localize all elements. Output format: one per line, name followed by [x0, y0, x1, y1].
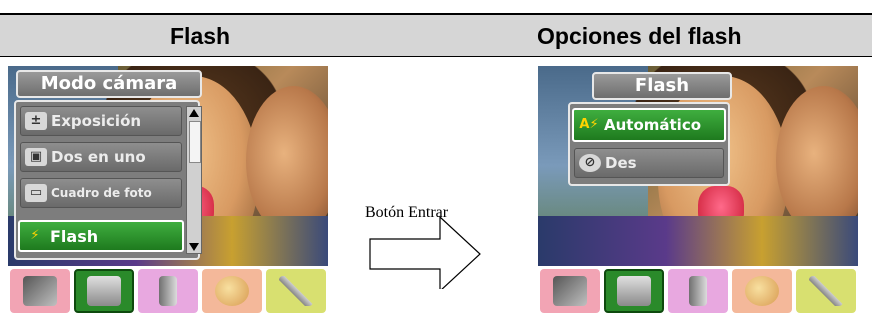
- effects-tab[interactable]: [202, 269, 262, 313]
- camera-tab[interactable]: [74, 269, 134, 313]
- scroll-thumb[interactable]: [189, 121, 201, 163]
- right-title: Opciones del flash: [537, 23, 742, 49]
- voice-tab[interactable]: [138, 269, 198, 313]
- left-title: Flash: [170, 23, 231, 49]
- flash-option-auto[interactable]: A⚡ Automático: [572, 108, 726, 142]
- two-in-one-icon: ▣: [25, 148, 47, 166]
- camera-icon: [87, 276, 121, 306]
- menu-item-photo-frame[interactable]: ▭ Cuadro de foto: [20, 178, 182, 208]
- tools-icon: [809, 276, 843, 306]
- mode-tab-bar: [8, 266, 328, 314]
- video-tab[interactable]: [540, 269, 600, 313]
- microphone-icon: [689, 276, 707, 306]
- flash-off-icon: ⊘: [579, 154, 601, 172]
- video-camera-icon: [23, 276, 57, 306]
- tools-icon: [279, 276, 313, 306]
- exposure-icon: ±: [25, 112, 47, 130]
- settings-tab[interactable]: [266, 269, 326, 313]
- scroll-down-icon[interactable]: [189, 243, 199, 251]
- camera-icon: [617, 276, 651, 306]
- flash-auto-icon: A⚡: [579, 117, 599, 132]
- microphone-icon: [159, 276, 177, 306]
- right-arrow-icon: [369, 215, 481, 289]
- left-camera-screen: Modo cámara ± Exposición ▣ Dos en uno ▭ …: [8, 66, 328, 314]
- palette-icon: [745, 276, 779, 306]
- flash-menu-title: Flash: [592, 72, 732, 100]
- camera-tab[interactable]: [604, 269, 664, 313]
- palette-icon: [215, 276, 249, 306]
- scroll-up-icon[interactable]: [189, 109, 199, 117]
- menu-item-exposure[interactable]: ± Exposición: [20, 106, 182, 136]
- menu-item-two-in-one[interactable]: ▣ Dos en uno: [20, 142, 182, 172]
- flash-options-list: A⚡ Automático ⊘ Des: [568, 102, 730, 186]
- mode-tab-bar: [538, 266, 858, 314]
- right-camera-screen: Flash A⚡ Automático ⊘ Des: [538, 66, 858, 314]
- effects-tab[interactable]: [732, 269, 792, 313]
- flash-option-off[interactable]: ⊘ Des: [574, 148, 724, 178]
- video-camera-icon: [553, 276, 587, 306]
- menu-item-label: Cuadro de foto: [51, 186, 152, 200]
- menu-list: ± Exposición ▣ Dos en uno ▭ Cuadro de fo…: [14, 100, 202, 260]
- flash-option-label: Automático: [604, 116, 702, 134]
- voice-tab[interactable]: [668, 269, 728, 313]
- menu-item-flash[interactable]: ⚡ Flash: [18, 220, 184, 252]
- header-band: Flash Opciones del flash: [0, 13, 872, 57]
- menu-scrollbar[interactable]: [186, 106, 202, 254]
- menu-item-label: Flash: [50, 226, 99, 246]
- menu-title: Modo cámara: [16, 70, 202, 98]
- menu-item-label: Dos en uno: [51, 148, 146, 166]
- flash-option-label: Des: [605, 154, 637, 172]
- video-tab[interactable]: [10, 269, 70, 313]
- flash-icon: ⚡: [30, 228, 40, 243]
- settings-tab[interactable]: [796, 269, 856, 313]
- menu-item-label: Exposición: [51, 112, 142, 130]
- photo-frame-icon: ▭: [25, 184, 47, 202]
